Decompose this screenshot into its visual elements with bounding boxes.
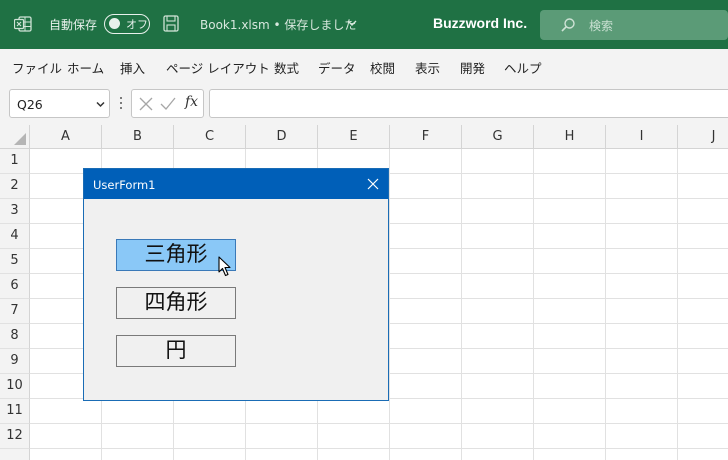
check-icon[interactable] <box>160 97 176 111</box>
chevron-down-icon[interactable] <box>96 101 105 108</box>
menu-data[interactable]: データ <box>318 58 356 77</box>
formula-controls: fx <box>131 89 204 118</box>
menu-insert[interactable]: 挿入 <box>120 58 145 77</box>
menu-formulas[interactable]: 数式 <box>274 58 299 77</box>
square-button[interactable]: 四角形 <box>116 287 236 319</box>
menu-developer[interactable]: 開発 <box>460 58 485 77</box>
column-header-h[interactable]: H <box>534 125 606 149</box>
excel-icon <box>14 16 32 32</box>
formula-bar: Q26 fx <box>0 84 728 125</box>
gridline <box>533 149 534 460</box>
gridline <box>30 448 728 449</box>
mouse-pointer-icon <box>218 256 231 277</box>
autosave-label: 自動保存 <box>49 18 98 32</box>
column-header-g[interactable]: G <box>462 125 534 149</box>
file-name[interactable]: Book1.xlsm • 保存しました <box>200 16 356 33</box>
select-all-corner[interactable] <box>0 125 30 149</box>
row-header-12[interactable]: 12 <box>0 424 30 449</box>
insert-function-button[interactable]: fx <box>185 94 198 110</box>
gridline <box>389 149 390 460</box>
name-box-value: Q26 <box>17 97 43 112</box>
menu-page-layout[interactable]: ページ レイアウト <box>166 58 270 77</box>
row-header-6[interactable]: 6 <box>0 274 30 299</box>
gridline <box>30 423 728 424</box>
formula-input[interactable] <box>209 89 728 118</box>
menu-review[interactable]: 校閲 <box>370 58 395 77</box>
column-header-f[interactable]: F <box>390 125 462 149</box>
row-header-2[interactable]: 2 <box>0 174 30 199</box>
userform-title: UserForm1 <box>93 178 156 192</box>
row-header-1[interactable]: 1 <box>0 149 30 174</box>
close-icon[interactable] <box>367 178 379 190</box>
menu-home[interactable]: ホーム <box>67 58 104 77</box>
column-header-d[interactable]: D <box>246 125 318 149</box>
row-header-7[interactable]: 7 <box>0 299 30 324</box>
gridline <box>677 149 678 460</box>
userform-title-bar[interactable]: UserForm1 <box>84 169 388 199</box>
column-header-j[interactable]: J <box>678 125 728 149</box>
autosave-toggle[interactable]: オフ <box>104 14 150 34</box>
menu-file[interactable]: ファイル <box>12 58 62 77</box>
ribbon-menu: ファイル ホーム 挿入 ページ レイアウト 数式 データ 校閲 表示 開発 ヘル… <box>0 49 728 84</box>
company-name: Buzzword Inc. <box>433 15 528 31</box>
column-header-c[interactable]: C <box>174 125 246 149</box>
select-all-icon <box>14 133 26 145</box>
row-header-9[interactable]: 9 <box>0 349 30 374</box>
menu-help[interactable]: ヘルプ <box>504 58 542 77</box>
column-header-i[interactable]: I <box>606 125 678 149</box>
save-icon[interactable] <box>163 15 179 32</box>
row-header-8[interactable]: 8 <box>0 324 30 349</box>
autosave-state: オフ <box>126 18 148 31</box>
gridline <box>461 149 462 460</box>
cancel-icon[interactable] <box>139 97 153 111</box>
column-header-b[interactable]: B <box>102 125 174 149</box>
chevron-down-icon[interactable] <box>347 19 357 27</box>
menu-view[interactable]: 表示 <box>415 58 440 77</box>
name-box[interactable]: Q26 <box>9 89 110 118</box>
row-header-3[interactable]: 3 <box>0 199 30 224</box>
column-header-e[interactable]: E <box>318 125 390 149</box>
row-header-5[interactable]: 5 <box>0 249 30 274</box>
title-bar: 自動保存 オフ Book1.xlsm • 保存しました Buzzword Inc… <box>0 0 728 49</box>
column-header-a[interactable]: A <box>30 125 102 149</box>
row-header-13[interactable] <box>0 449 30 460</box>
row-header-10[interactable]: 10 <box>0 374 30 399</box>
toggle-knob <box>109 18 120 29</box>
search-icon <box>561 18 575 32</box>
more-vertical-icon[interactable] <box>119 96 123 110</box>
gridline <box>605 149 606 460</box>
circle-button[interactable]: 円 <box>116 335 236 367</box>
row-header-11[interactable]: 11 <box>0 399 30 424</box>
userform-dialog: UserForm1 三角形 四角形 円 <box>83 168 389 401</box>
row-header-4[interactable]: 4 <box>0 224 30 249</box>
search-placeholder: 検索 <box>589 19 614 33</box>
search-box[interactable]: 検索 <box>540 10 728 40</box>
